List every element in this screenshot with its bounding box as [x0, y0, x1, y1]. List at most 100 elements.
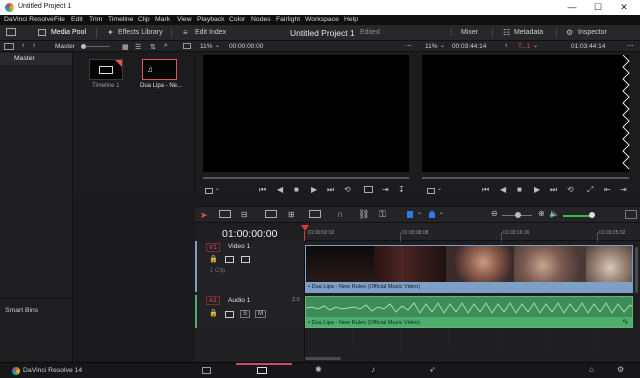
mute-button[interactable]: M	[255, 310, 266, 318]
snapping-magnet-icon[interactable]: ∩	[337, 209, 343, 219]
menu-workspace[interactable]: Workspace	[305, 16, 339, 23]
menu-file[interactable]: File	[54, 16, 65, 23]
volume-knob[interactable]	[589, 212, 595, 218]
marker-icon[interactable]	[429, 211, 435, 218]
viewer-layout-icon[interactable]	[183, 43, 191, 49]
edit-index-button[interactable]: Edit Index	[195, 29, 226, 36]
speaker-icon[interactable]: 🔈	[549, 209, 559, 218]
lock-icon[interactable]: 🔒	[209, 309, 218, 317]
viewer-options-icon[interactable]: ⋯	[627, 42, 634, 50]
loop-icon[interactable]: ⟲	[567, 185, 574, 194]
source-scrub-bar[interactable]	[203, 177, 409, 179]
home-icon[interactable]: ⌂	[589, 365, 594, 374]
menu-color[interactable]: Color	[229, 16, 245, 23]
enable-video-icon[interactable]	[241, 256, 250, 263]
timeline-zoom-level[interactable]: 11%	[425, 43, 438, 50]
position-lock-icon[interactable]: ⚿	[379, 209, 386, 220]
timeline-ruler[interactable]	[305, 223, 640, 241]
menu-davinci-resolve[interactable]: DaVinci Resolve	[4, 16, 54, 23]
menu-help[interactable]: Help	[344, 16, 358, 23]
video-clip[interactable]: • Dua Lipa - New Rules (Official Music V…	[305, 245, 633, 293]
playhead-handle[interactable]	[301, 225, 309, 231]
deliver-page-icon[interactable]: ➶	[429, 365, 436, 374]
lock-icon[interactable]: 🔒	[209, 255, 218, 263]
chevron-down-icon[interactable]: ⌄	[437, 185, 442, 192]
audio-track-name[interactable]: Audio 1	[228, 297, 250, 304]
color-page-icon[interactable]: ♪	[371, 365, 375, 374]
menu-clip[interactable]: Clip	[138, 16, 150, 23]
menu-view[interactable]: View	[177, 16, 192, 23]
stop-icon[interactable]: ■	[517, 185, 522, 194]
selection-tool-icon[interactable]: ➤	[200, 210, 208, 221]
menu-nodes[interactable]: Nodes	[251, 16, 271, 23]
chevron-down-icon[interactable]: ⌄	[215, 185, 220, 192]
timeline-horizontal-scrollbar[interactable]	[305, 357, 341, 360]
settings-gear-icon[interactable]: ⚙	[617, 365, 624, 374]
overwrite-clip-icon[interactable]	[309, 210, 321, 218]
trim-tool-icon[interactable]	[219, 210, 231, 218]
source-viewer[interactable]	[203, 55, 409, 172]
timeline-viewer[interactable]	[422, 55, 629, 172]
split-icon[interactable]: ⇥	[620, 185, 627, 194]
play-icon[interactable]: ▶	[311, 185, 317, 194]
menu-mark[interactable]: Mark	[155, 16, 170, 23]
zoom-slider-knob[interactable]	[515, 212, 521, 218]
menu-timeline[interactable]: Timeline	[108, 16, 133, 23]
media-pool-button[interactable]: Media Pool	[51, 29, 86, 36]
viewer-options-icon[interactable]: ⋯	[405, 42, 412, 50]
step-back-icon[interactable]: ◀	[277, 185, 283, 194]
slider-knob[interactable]	[81, 44, 86, 49]
panel-layout-icon[interactable]	[6, 28, 16, 36]
chevron-down-icon[interactable]: ⌄	[439, 209, 444, 216]
audio-clip-thumbnail[interactable]: ♫	[142, 59, 177, 80]
go-to-start-icon[interactable]: ⏮	[482, 185, 489, 195]
grid-view-icon[interactable]: ▦	[122, 43, 129, 51]
timeline-name[interactable]: T...1	[518, 43, 530, 50]
go-to-start-icon[interactable]: ⏮	[259, 185, 266, 195]
dynamic-trim-icon[interactable]: ⊟	[241, 210, 248, 219]
solo-button[interactable]: S	[240, 310, 251, 318]
extend-edit-icon[interactable]: ⇤	[604, 185, 611, 194]
source-zoom-level[interactable]: 11%	[200, 43, 213, 50]
overwrite-icon[interactable]: ↧	[398, 185, 405, 194]
stop-icon[interactable]: ■	[294, 185, 299, 194]
blade-tool-icon[interactable]	[265, 210, 277, 218]
chevron-down-icon[interactable]: ⌄	[533, 42, 538, 49]
maximize-button[interactable]: ☐	[588, 2, 608, 13]
timeline-vertical-scrollbar[interactable]	[635, 247, 638, 293]
viewer-mode-icon[interactable]	[205, 188, 213, 194]
timeline-scrub-bar[interactable]	[422, 177, 629, 179]
thumbnail-size-slider[interactable]	[82, 46, 110, 47]
flag-icon[interactable]	[407, 211, 413, 218]
play-icon[interactable]: ▶	[534, 185, 540, 194]
auto-select-icon[interactable]	[225, 256, 234, 263]
close-button[interactable]: ✕	[614, 2, 634, 13]
auto-select-icon[interactable]	[225, 311, 234, 318]
audio-clip[interactable]: • Dua Lipa - New Rules (Official Music V…	[305, 296, 633, 328]
fullscreen-icon[interactable]: ⤢	[587, 185, 593, 195]
menu-playback[interactable]: Playback	[197, 16, 225, 23]
chevron-right-icon[interactable]: ›	[33, 42, 35, 49]
audio-meter-icon[interactable]	[625, 210, 637, 219]
viewer-mode-icon[interactable]	[427, 188, 435, 194]
timeline-thumbnail[interactable]	[89, 59, 123, 80]
fusion-page-icon[interactable]: ✺	[315, 365, 322, 374]
menu-trim[interactable]: Trim	[89, 16, 102, 23]
effects-library-button[interactable]: Effects Library	[118, 29, 163, 36]
edit-page-icon[interactable]	[257, 367, 267, 374]
insert-clip-icon[interactable]: ⊞	[288, 210, 295, 219]
menu-edit[interactable]: Edit	[71, 16, 83, 23]
insert-icon[interactable]: ⇥	[382, 185, 389, 194]
sort-icon[interactable]: ⇅	[150, 43, 156, 51]
chevron-left-icon[interactable]: ‹	[22, 42, 24, 49]
minimize-button[interactable]: —	[562, 2, 582, 12]
list-view-icon[interactable]: ☰	[135, 43, 141, 51]
media-page-icon[interactable]	[202, 367, 211, 374]
mixer-button[interactable]: Mixer	[461, 29, 478, 36]
video-track-name[interactable]: Video 1	[228, 243, 250, 250]
match-frame-icon[interactable]	[364, 186, 373, 193]
go-to-end-icon[interactable]: ⏭	[550, 185, 557, 195]
step-back-icon[interactable]: ◀	[500, 185, 506, 194]
link-icon[interactable]: ⛓	[358, 209, 369, 220]
go-to-end-icon[interactable]: ⏭	[327, 185, 334, 195]
